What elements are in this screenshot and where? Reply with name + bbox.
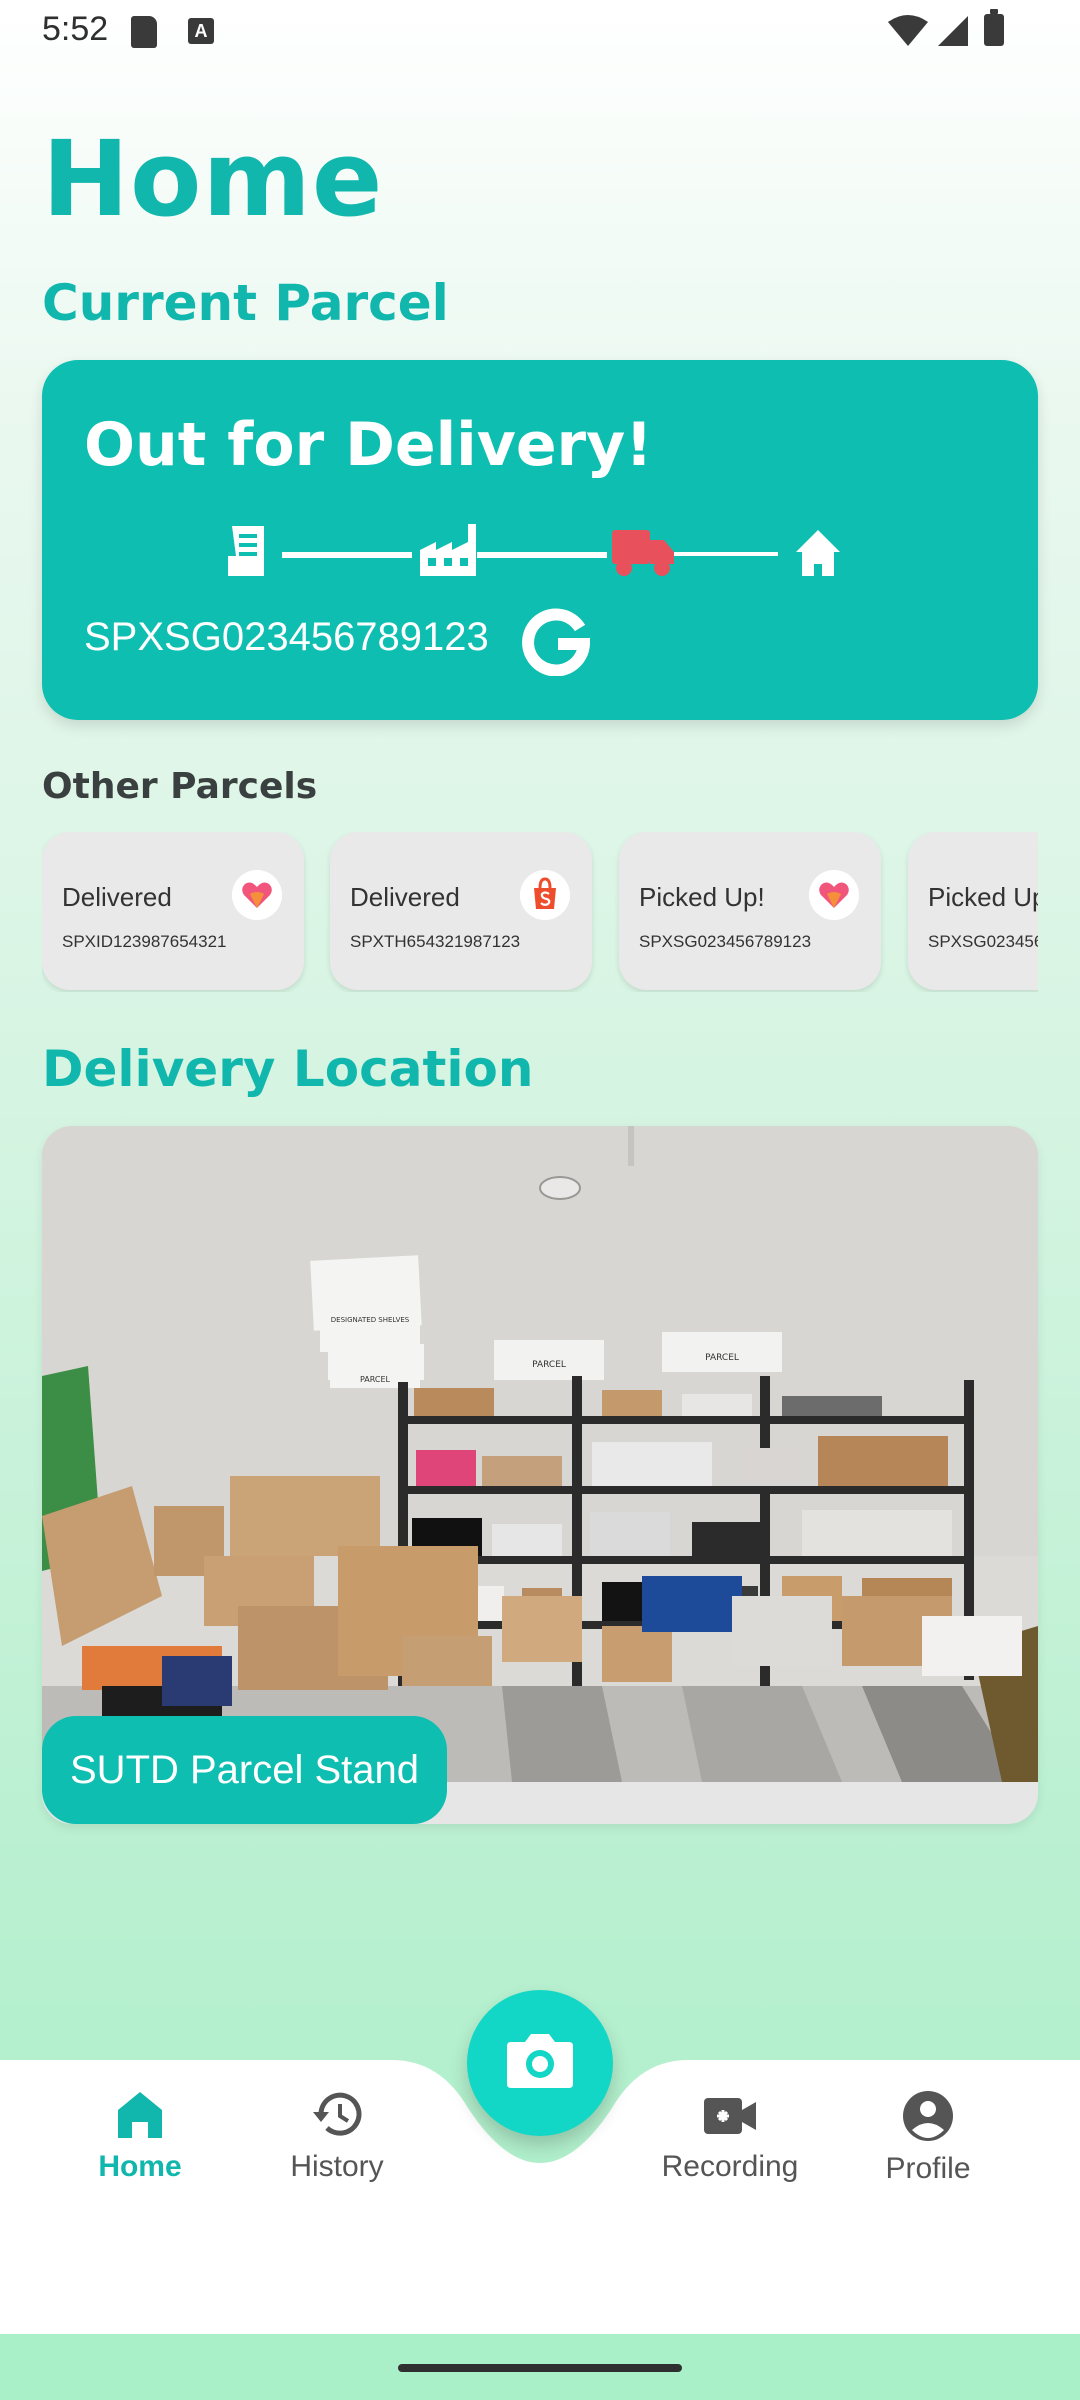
nav-recording[interactable]: Recording [640,2090,820,2220]
progress-connector [282,552,412,558]
delivery-location-title: Delivery Location [42,1040,534,1098]
progress-connector [477,552,607,558]
photo-sign: PARCEL [532,1360,566,1370]
signal-icon [938,16,968,46]
parcel-tracking: SPXSG023456789123 [928,932,1038,951]
gesture-handle[interactable] [398,2364,682,2372]
progress-connector [672,552,778,556]
shopee-bag-icon [520,870,570,920]
current-parcel-status: Out for Delivery! [84,410,653,480]
nav-home-label: Home [98,2150,182,2183]
lazada-heart-icon [809,870,859,920]
receipt-icon [228,526,264,576]
courier-g-logo-icon [522,608,590,676]
factory-icon [420,524,476,576]
lazada-heart-icon [232,870,282,920]
parcel-tracking: SPXTH654321987123 [350,932,521,951]
nav-home[interactable]: Home [50,2090,230,2220]
parcel-stand-photo: DESIGNATED SHELVES PARCEL PARCEL PARCEL [42,1126,1038,1782]
parcel-card[interactable]: Delivered SPXID123987654321 [42,832,304,990]
photo-sign: DESIGNATED SHELVES [331,1316,410,1324]
wifi-icon [888,15,928,46]
current-tracking-number: SPXSG023456789123 [84,615,489,659]
delivery-location-card[interactable]: DESIGNATED SHELVES PARCEL PARCEL PARCEL [42,1126,1038,1824]
home-icon [118,2092,162,2138]
other-parcels-title: Other Parcels [42,766,318,807]
parcel-card[interactable]: Picked Up! SPXSG023456789123 [619,832,881,990]
current-parcel-card[interactable]: Out for Delivery! SPXSG023456789123 [42,360,1038,720]
profile-icon [903,2091,953,2141]
parcel-status: Picked Up! [639,882,765,912]
sd-card-icon [131,16,157,48]
delivery-location-label: SUTD Parcel Stand [42,1716,448,1824]
status-bar: 5:52 A [0,0,1080,64]
battery-icon [984,9,1004,46]
house-icon [796,530,840,576]
camera-icon [507,2034,573,2088]
nav-recording-label: Recording [661,2150,799,2183]
nav-profile[interactable]: Profile [838,2090,1018,2220]
history-icon [313,2092,362,2136]
current-parcel-title: Current Parcel [42,274,449,332]
parcel-status: Delivered [350,882,460,912]
page-title: Home [42,118,384,240]
nav-history-label: History [290,2150,384,2183]
other-parcels-list[interactable]: Delivered SPXID123987654321 Delivered SP… [42,832,1038,992]
notification-a-icon: A [188,18,214,44]
parcel-card[interactable]: Delivered SPXTH654321987123 [330,832,592,990]
nav-profile-label: Profile [885,2152,971,2185]
parcel-card[interactable]: Picked Up! SPXSG023456789123 [908,832,1038,990]
parcel-tracking: SPXSG023456789123 [639,932,812,951]
photo-sign: PARCEL [360,1375,391,1384]
photo-sign: PARCEL [705,1353,739,1363]
truck-icon [612,530,674,576]
nav-history[interactable]: History [247,2090,427,2220]
status-time: 5:52 [42,10,109,48]
video-camera-icon [704,2098,756,2134]
parcel-tracking: SPXID123987654321 [62,932,227,951]
parcel-status: Picked Up! [928,882,1038,912]
parcel-status: Delivered [62,882,172,912]
delivery-progress [228,524,840,576]
camera-button[interactable] [467,1990,613,2136]
